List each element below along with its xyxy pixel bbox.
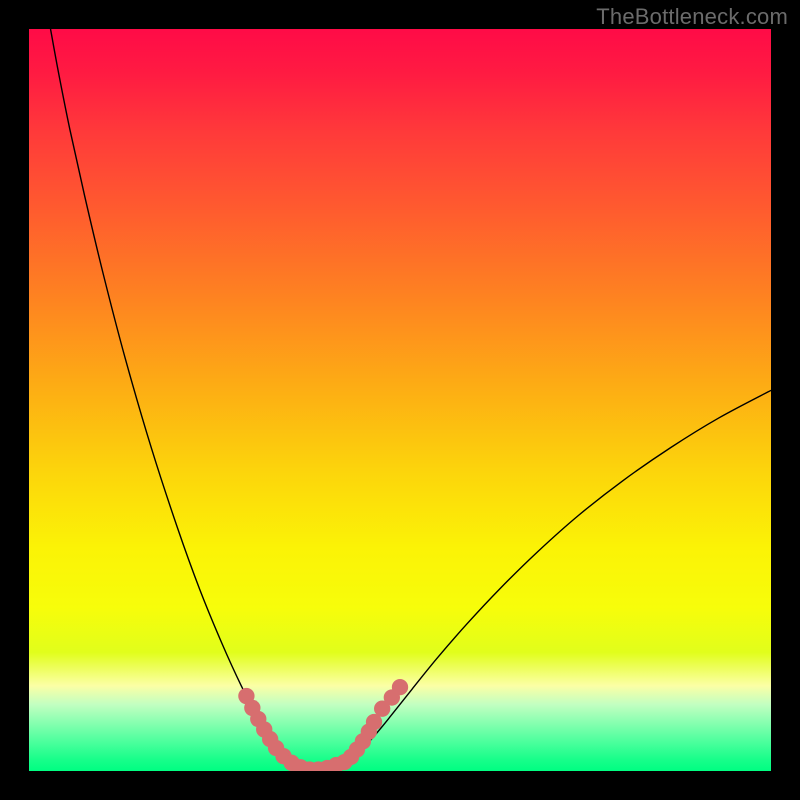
plot-area: [29, 29, 771, 771]
gradient-background: [29, 29, 771, 771]
figure-container: TheBottleneck.com: [0, 0, 800, 800]
marker-point: [392, 679, 408, 695]
watermark-text: TheBottleneck.com: [596, 4, 788, 30]
chart-svg: [29, 29, 771, 771]
